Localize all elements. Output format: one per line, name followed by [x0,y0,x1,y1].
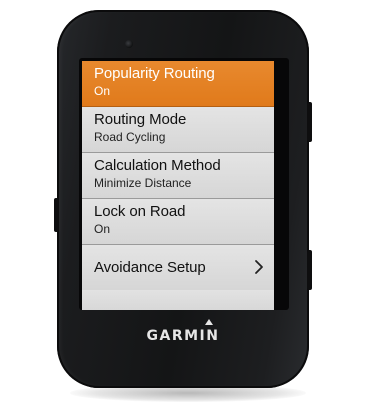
right-side-button-upper[interactable] [307,102,312,142]
menu-item-title: Calculation Method [94,157,221,174]
menu-item-lock-on-road[interactable]: Lock on Road On [82,199,274,245]
chevron-right-icon [255,260,263,274]
right-side-button-lower[interactable] [307,250,312,290]
left-side-button[interactable] [54,198,59,232]
menu-item-value: Minimize Distance [94,176,192,190]
menu-item-title: Avoidance Setup [94,259,206,276]
menu-item-routing-mode[interactable]: Routing Mode Road Cycling [82,107,274,153]
menu-item-calculation-method[interactable]: Calculation Method Minimize Distance [82,153,274,199]
menu-item-title: Popularity Routing [94,65,215,82]
brand-logo: GARMIN [146,328,220,344]
garmin-device: Popularity Routing On Routing Mode Road … [54,10,312,388]
empty-list-area [82,290,274,310]
stage: Popularity Routing On Routing Mode Road … [0,0,371,415]
menu-item-avoidance-setup[interactable]: Avoidance Setup [82,245,274,291]
menu-item-title: Routing Mode [94,111,187,128]
menu-item-title: Lock on Road [94,203,186,220]
garmin-logo-triangle-icon [205,319,213,325]
menu-item-value: On [94,84,111,98]
ambient-light-sensor [125,40,133,48]
device-screen: Popularity Routing On Routing Mode Road … [82,61,274,310]
menu-item-popularity-routing[interactable]: Popularity Routing On [82,61,274,107]
menu-item-value: Road Cycling [94,130,166,144]
menu-item-value: On [94,222,111,236]
